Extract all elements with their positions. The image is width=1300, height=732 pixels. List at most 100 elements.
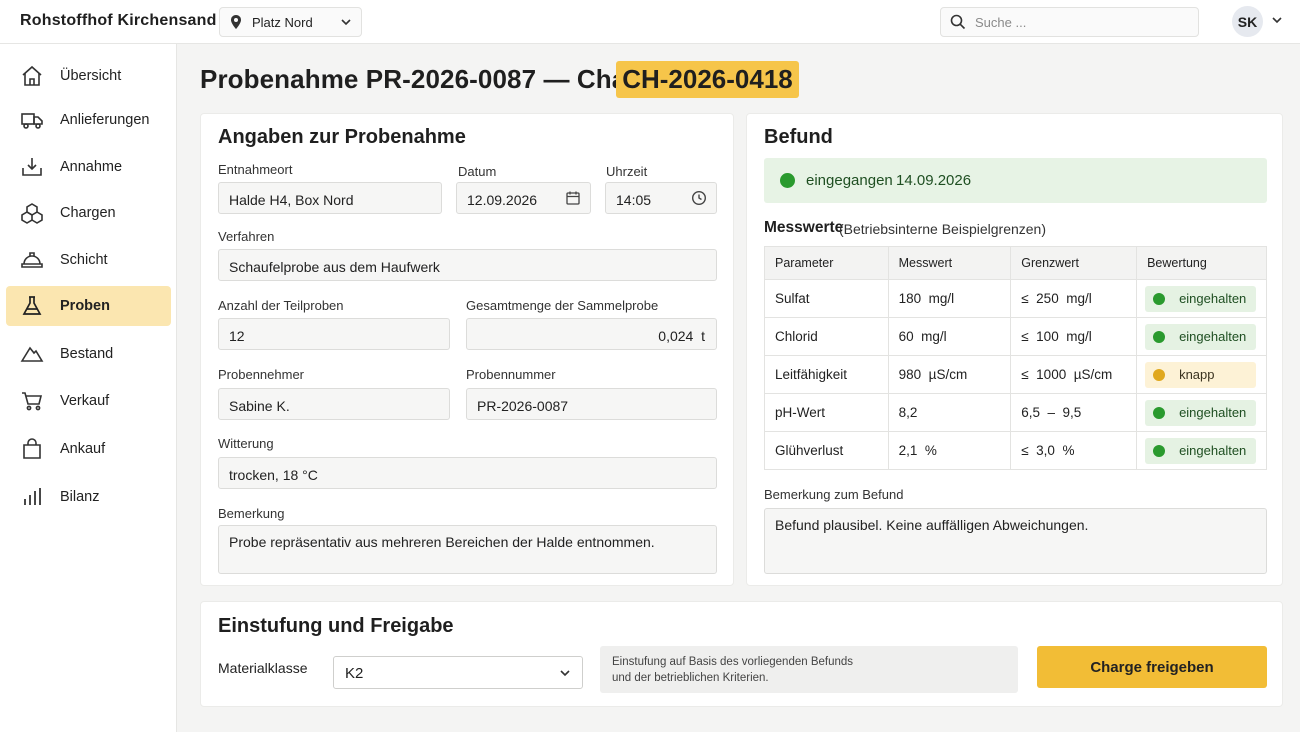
sidebar-item-anlieferungen[interactable]: Anlieferungen: [6, 100, 171, 140]
column-header[interactable]: Bewertung: [1136, 246, 1267, 280]
pile-icon: [20, 342, 44, 366]
rating-badge: eingehalten: [1145, 323, 1257, 350]
sampler-field[interactable]: Sabine K.: [218, 388, 450, 420]
release-charge-button[interactable]: Charge freigeben: [1037, 646, 1267, 688]
value-cell: 2,1 %: [887, 431, 1012, 470]
release-note-line: Einstufung auf Basis des vorliegenden Be…: [612, 656, 854, 668]
hard-hat-icon: [20, 248, 44, 272]
measurements-subtitle: (Betriebsinterne Beispielgrenzen): [839, 221, 1046, 237]
sidebar-item-proben[interactable]: Proben: [6, 286, 171, 326]
finding-remark-label: Bemerkung zum Befund: [764, 487, 904, 502]
flask-icon: [20, 294, 44, 318]
status-dot-icon: [780, 173, 795, 188]
sidebar-item-label: Übersicht: [60, 68, 122, 84]
time-field-label: Uhrzeit: [606, 164, 648, 179]
amount-field[interactable]: 0,024 t: [466, 318, 717, 350]
rating-label: eingehalten: [1179, 404, 1247, 420]
cart-icon: [20, 389, 44, 413]
status-dot-icon: [1153, 368, 1166, 381]
truck-icon: [20, 108, 44, 132]
limit-cell: ≤ 3,0 %: [1010, 431, 1138, 470]
table-row[interactable]: Sulfat 180 mg/l ≤ 250 mg/l eingehalten: [764, 279, 1267, 318]
value-cell: 8,2: [887, 393, 1012, 432]
status-dot-icon: [1153, 406, 1166, 419]
rating-badge: eingehalten: [1145, 437, 1257, 464]
measurements-table: Parameter Messwert Grenzwert Bewertung S…: [764, 246, 1267, 470]
rating-cell: eingehalten: [1136, 279, 1267, 318]
date-value: 12.09.2026: [467, 192, 538, 208]
charge-badge[interactable]: CH-2026-0418: [616, 61, 799, 98]
time-field[interactable]: 14:05: [605, 182, 717, 214]
material-class-select[interactable]: K2: [333, 656, 583, 689]
user-menu-chevron-icon[interactable]: [1271, 14, 1283, 26]
parameter-cell: pH-Wert: [764, 393, 889, 432]
home-icon: [20, 64, 44, 88]
table-row[interactable]: Leitfähigkeit 980 µS/cm ≤ 1000 µS/cm kna…: [764, 355, 1267, 394]
count-field-label: Anzahl der Teilproben: [218, 298, 344, 313]
bar-chart-icon: [20, 485, 44, 509]
rating-badge: eingehalten: [1145, 285, 1257, 312]
search-input[interactable]: Suche ...: [940, 7, 1199, 37]
value-cell: 60 mg/l: [887, 317, 1012, 356]
sidebar-item-verkauf[interactable]: Verkauf: [6, 381, 171, 421]
sidebar-item-bilanz[interactable]: Bilanz: [6, 477, 171, 517]
rating-label: eingehalten: [1179, 442, 1247, 458]
sidebar: Übersicht Anlieferungen Annahme Chargen …: [0, 44, 177, 732]
rating-label: eingehalten: [1179, 328, 1247, 344]
sample-number-field[interactable]: PR-2026-0087: [466, 388, 717, 420]
column-header[interactable]: Messwert: [887, 246, 1012, 280]
chevron-down-icon: [559, 667, 571, 679]
method-field[interactable]: Schaufelprobe aus dem Haufwerk: [218, 249, 717, 281]
weather-field[interactable]: trocken, 18 °C: [218, 457, 717, 489]
release-note: Einstufung auf Basis des vorliegenden Be…: [600, 646, 1018, 693]
sidebar-item-label: Verkauf: [60, 393, 110, 409]
date-field-label: Datum: [458, 164, 497, 179]
column-header[interactable]: Parameter: [764, 246, 889, 280]
sidebar-item-label: Annahme: [60, 159, 123, 175]
location-field[interactable]: Halde H4, Box Nord: [218, 182, 442, 214]
sidebar-item-chargen[interactable]: Chargen: [6, 193, 171, 233]
location-selector[interactable]: Platz Nord: [219, 7, 362, 37]
sidebar-item-annahme[interactable]: Annahme: [6, 147, 171, 187]
column-header[interactable]: Grenzwert: [1010, 246, 1138, 280]
finding-card-title: Befund: [764, 126, 833, 148]
sampling-card-title: Angaben zur Probenahme: [218, 126, 466, 148]
rating-label: knapp: [1179, 366, 1215, 382]
sidebar-item-label: Ankauf: [60, 441, 106, 457]
sidebar-item-bestand[interactable]: Bestand: [6, 334, 171, 374]
sampler-field-label: Probennehmer: [218, 367, 304, 382]
amount-field-label: Gesamtmenge der Sammelprobe: [466, 298, 659, 313]
remark-field-label: Bemerkung: [218, 506, 285, 521]
material-class-value: K2: [345, 665, 364, 682]
location-field-label: Entnahmeort: [218, 162, 293, 177]
calendar-icon[interactable]: [565, 190, 581, 206]
count-field[interactable]: 12: [218, 318, 450, 350]
table-row[interactable]: Chlorid 60 mg/l ≤ 100 mg/l eingehalten: [764, 317, 1267, 356]
value-cell: 980 µS/cm: [887, 355, 1012, 394]
sidebar-item-ankauf[interactable]: Ankauf: [6, 429, 171, 469]
remark-textarea[interactable]: Probe repräsentativ aus mehreren Bereich…: [218, 525, 717, 574]
sidebar-item-label: Bilanz: [60, 489, 100, 505]
finding-remark-textarea[interactable]: Befund plausibel. Keine auffälligen Abwe…: [764, 508, 1267, 574]
sidebar-item-schicht[interactable]: Schicht: [6, 240, 171, 280]
table-row[interactable]: pH-Wert 8,2 6,5 – 9,5 eingehalten: [764, 393, 1267, 432]
rating-label: eingehalten: [1179, 290, 1247, 306]
sidebar-item-label: Anlieferungen: [60, 112, 150, 128]
value-cell: 180 mg/l: [887, 279, 1012, 318]
avatar[interactable]: SK: [1232, 6, 1263, 37]
map-pin-icon: [229, 14, 243, 30]
app-title: Rohstoffhof Kirchensand: [20, 12, 217, 29]
table-row[interactable]: Glühverlust 2,1 % ≤ 3,0 % eingehalten: [764, 431, 1267, 470]
rating-badge: knapp: [1145, 361, 1257, 388]
parameter-cell: Chlorid: [764, 317, 889, 356]
sidebar-item-uebersicht[interactable]: Übersicht: [6, 56, 171, 96]
limit-cell: ≤ 100 mg/l: [1010, 317, 1138, 356]
rating-cell: eingehalten: [1136, 393, 1267, 432]
search-placeholder: Suche ...: [975, 15, 1027, 30]
location-label: Platz Nord: [252, 15, 313, 30]
parameter-cell: Leitfähigkeit: [764, 355, 889, 394]
date-field[interactable]: 12.09.2026: [456, 182, 591, 214]
limit-cell: ≤ 1000 µS/cm: [1010, 355, 1138, 394]
clock-icon[interactable]: [691, 190, 707, 206]
table-header-row: Parameter Messwert Grenzwert Bewertung: [764, 246, 1267, 280]
